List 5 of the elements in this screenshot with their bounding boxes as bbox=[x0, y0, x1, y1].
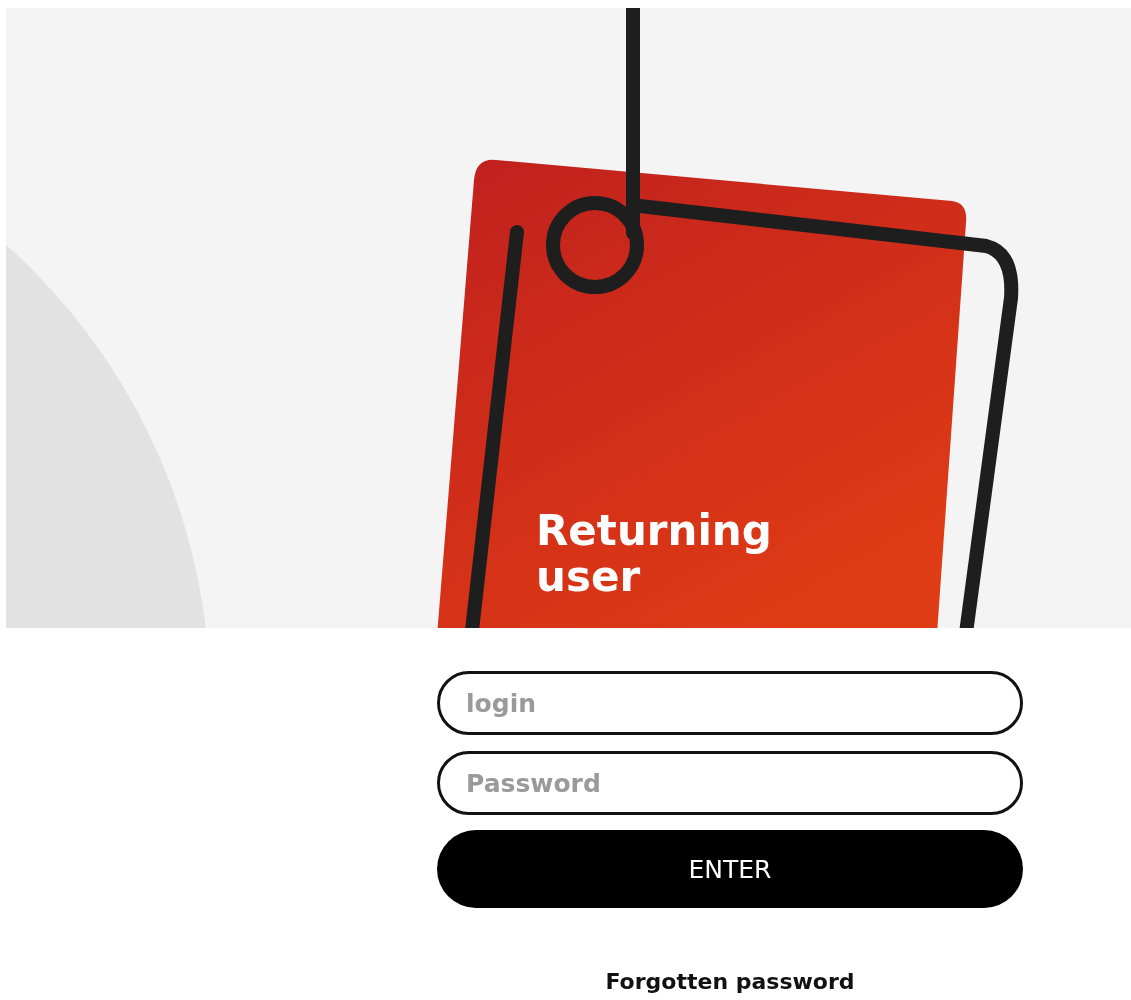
login-field[interactable]: login bbox=[437, 671, 1023, 735]
password-field[interactable]: Password bbox=[437, 751, 1023, 815]
card-title: Returning user bbox=[536, 508, 773, 600]
enter-button[interactable]: ENTER bbox=[437, 830, 1023, 908]
forgotten-password-link[interactable]: Forgotten password bbox=[605, 968, 855, 996]
